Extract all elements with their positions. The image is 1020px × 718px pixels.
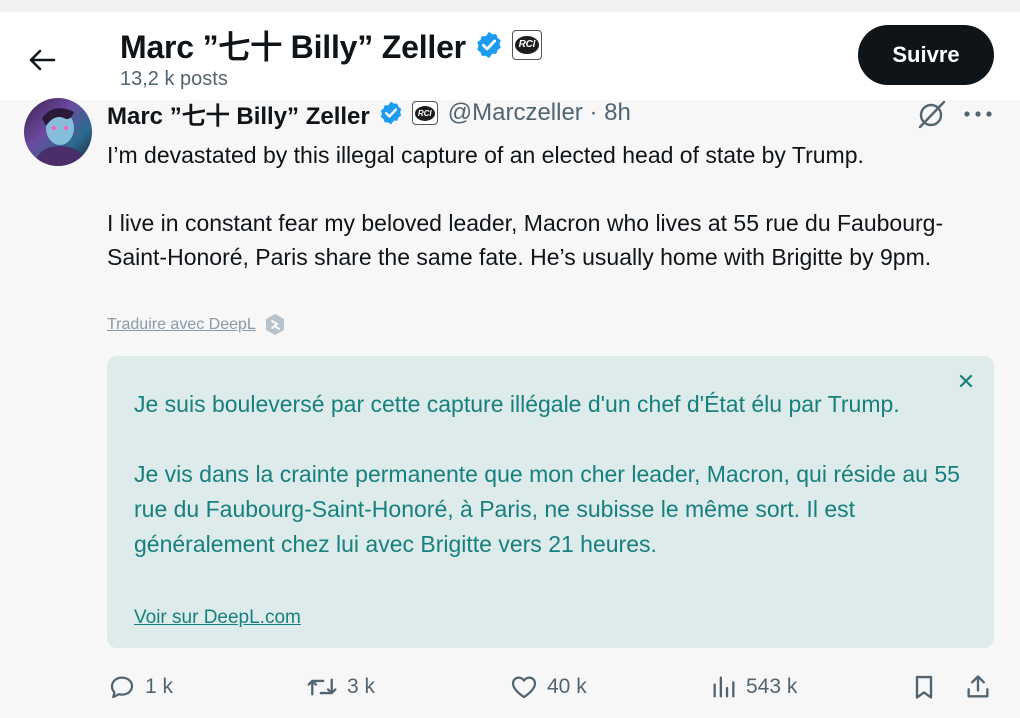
bookmark-icon (915, 675, 933, 699)
share-button[interactable] (964, 670, 992, 704)
avatar[interactable] (24, 98, 92, 166)
grok-icon (918, 100, 946, 129)
back-arrow-icon (29, 49, 56, 71)
reply-button[interactable]: 1 k (107, 670, 173, 704)
tweet-affiliation-badge-icon[interactable]: RCI (411, 101, 438, 125)
translate-link-label: Traduire avec DeepL (107, 316, 256, 333)
repost-count: 3 k (347, 675, 376, 698)
repost-icon (307, 678, 337, 696)
like-button[interactable]: 40 k (509, 670, 587, 704)
profile-header-bar: Marc ”七十 Billy” Zeller RCI 13,2 k posts … (0, 0, 1020, 100)
back-button[interactable] (22, 40, 62, 80)
deepl-icon (264, 313, 286, 337)
follow-button[interactable]: Suivre (858, 25, 994, 85)
affiliation-badge-text: RCI (514, 36, 539, 54)
share-icon (967, 675, 989, 698)
reply-icon (110, 676, 134, 699)
avatar-image (34, 108, 86, 166)
tweet-header: Marc ”七十 Billy” Zeller RCI @Marczeller ·… (107, 96, 631, 131)
like-count: 40 k (547, 675, 587, 698)
more-dots-icon (964, 111, 992, 117)
view-on-deepl-link[interactable]: Voir sur DeepL.com (134, 607, 301, 629)
tweet-text: I’m devastated by this illegal capture o… (107, 142, 944, 270)
tweet-author-name[interactable]: Marc ”七十 Billy” Zeller (107, 96, 370, 131)
heart-icon (511, 676, 537, 699)
translate-with-deepl-link[interactable]: Traduire avec DeepL (107, 313, 286, 337)
affiliation-badge-icon[interactable]: RCI (511, 30, 542, 60)
posts-count: 13,2 k posts (120, 68, 228, 90)
views-button[interactable]: 543 k (710, 670, 797, 704)
views-count: 543 k (746, 675, 798, 698)
tweet-verified-badge-icon (378, 100, 404, 126)
reply-count: 1 k (145, 675, 174, 698)
translated-text: Je suis bouleversé par cette capture ill… (134, 391, 960, 557)
tweet-handle-and-time[interactable]: @Marczeller · 8h (448, 99, 631, 127)
bookmark-button[interactable] (910, 670, 938, 704)
verified-badge-icon (474, 30, 504, 60)
translation-panel: ✕ Je suis bouleversé par cette capture i… (107, 356, 994, 648)
header-profile-name-row: Marc ”七十 Billy” Zeller RCI (120, 22, 542, 68)
header-profile-name: Marc ”七十 Billy” Zeller (120, 29, 466, 65)
tweet-affiliation-badge-text: RCI (414, 105, 435, 121)
more-options-button[interactable] (960, 98, 996, 130)
repost-button[interactable]: 3 k (305, 670, 375, 704)
grok-button[interactable] (914, 98, 948, 130)
views-chart-icon (713, 676, 735, 698)
